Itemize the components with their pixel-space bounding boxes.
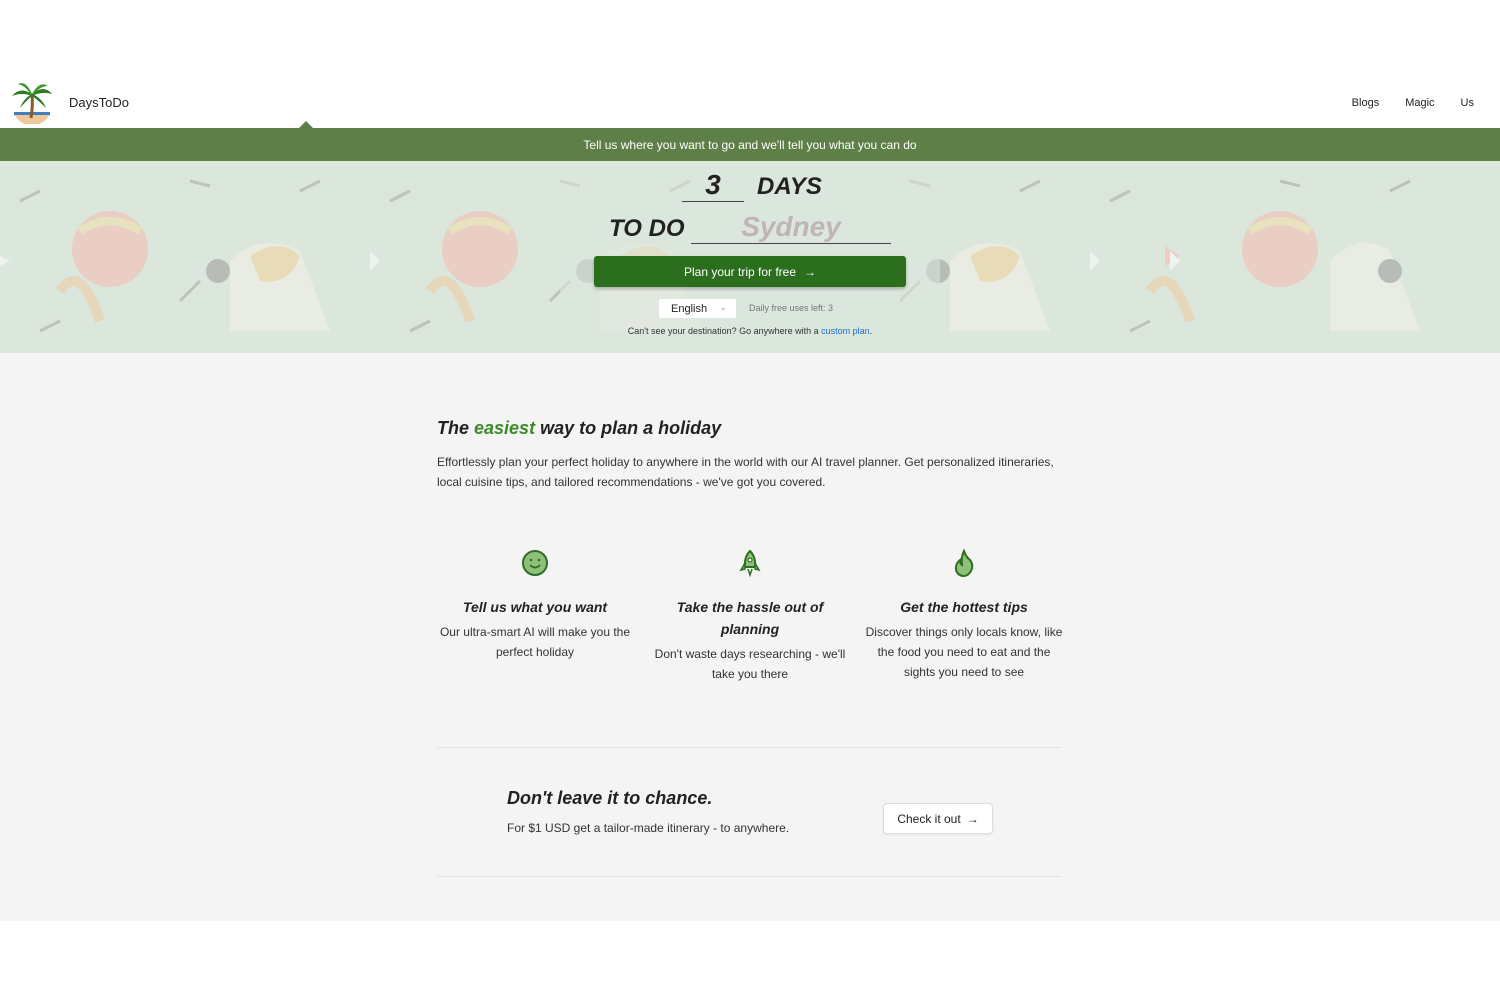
- nav-item-us[interactable]: Us: [1461, 97, 1474, 109]
- check-it-out-label: Check it out: [897, 811, 961, 826]
- top-nav: Blogs Magic Us: [1352, 97, 1474, 109]
- headline-pre: The: [437, 418, 475, 438]
- feature-title: Take the hassle out of planning: [676, 599, 824, 637]
- feature-title: Tell us what you want: [462, 599, 608, 615]
- palm-tree-logo-icon[interactable]: [10, 80, 54, 124]
- feature-tips: Get the hottest tips Discover things onl…: [864, 548, 1064, 682]
- days-label: DAYS: [757, 173, 822, 200]
- days-count-input[interactable]: 3: [682, 169, 744, 202]
- fire-icon: [954, 548, 974, 578]
- rocket-icon: [739, 549, 761, 578]
- arrow-right-icon: →: [966, 811, 979, 826]
- main-content: The easiest way to plan a holiday Effort…: [0, 353, 1500, 921]
- custom-plan-hint-text: Can't see your destination? Go anywhere …: [627, 326, 822, 336]
- headline-accent: easiest: [474, 418, 536, 438]
- language-select[interactable]: English ⌄: [659, 299, 736, 318]
- feature-text: Our ultra-smart AI will make you the per…: [439, 625, 631, 659]
- custom-plan-hint: Can't see your destination? Go anywhere …: [0, 326, 1500, 336]
- check-it-out-button[interactable]: Check it out →: [883, 803, 993, 834]
- language-value: English: [671, 302, 708, 315]
- page: DaysToDo Blogs Magic Us Tell us where yo…: [0, 0, 1500, 1000]
- section-divider: [437, 747, 1062, 748]
- todo-label: TO DO: [609, 215, 685, 242]
- tagline-text: Tell us where you want to go and we'll t…: [583, 137, 917, 152]
- header: DaysToDo Blogs Magic Us: [0, 78, 1500, 128]
- trip-form: 3 DAYS TO DO Plan your trip for free → E…: [0, 161, 1500, 353]
- free-uses-counter: Daily free uses left: 3: [749, 303, 834, 313]
- nav-caret-icon: [299, 121, 313, 128]
- feature-hassle: Take the hassle out of planning Don't wa…: [650, 548, 850, 684]
- feature-title: Get the hottest tips: [900, 599, 1028, 615]
- intro-headline: The easiest way to plan a holiday: [437, 418, 721, 439]
- custom-plan-link[interactable]: custom plan: [821, 326, 870, 336]
- nav-item-blogs[interactable]: Blogs: [1352, 97, 1380, 109]
- feature-text: Discover things only locals know, like t…: [865, 625, 1063, 679]
- destination-input[interactable]: [691, 211, 891, 244]
- plan-trip-button[interactable]: Plan your trip for free →: [594, 256, 906, 287]
- intro-body: Effortlessly plan your perfect holiday t…: [437, 455, 1054, 489]
- cta-text: For $1 USD get a tailor-made itinerary -…: [507, 821, 790, 835]
- brand-name[interactable]: DaysToDo: [69, 95, 129, 110]
- headline-post: way to plan a holiday: [535, 418, 722, 438]
- custom-plan-hint-suffix: .: [869, 326, 873, 336]
- plan-trip-label: Plan your trip for free: [683, 264, 797, 279]
- nav-item-magic[interactable]: Magic: [1405, 97, 1434, 109]
- feature-tell-us: Tell us what you want Our ultra-smart AI…: [435, 548, 635, 662]
- section-divider: [437, 876, 1062, 877]
- cta-title: Don't leave it to chance.: [507, 788, 713, 808]
- arrow-right-icon: →: [804, 264, 817, 279]
- chevron-down-icon: ⌄: [719, 302, 727, 312]
- tagline-banner: Tell us where you want to go and we'll t…: [0, 128, 1500, 161]
- hero-section: 3 DAYS TO DO Plan your trip for free → E…: [0, 161, 1500, 353]
- feature-text: Don't waste days researching - we'll tak…: [654, 647, 846, 681]
- smiley-icon: [522, 550, 548, 576]
